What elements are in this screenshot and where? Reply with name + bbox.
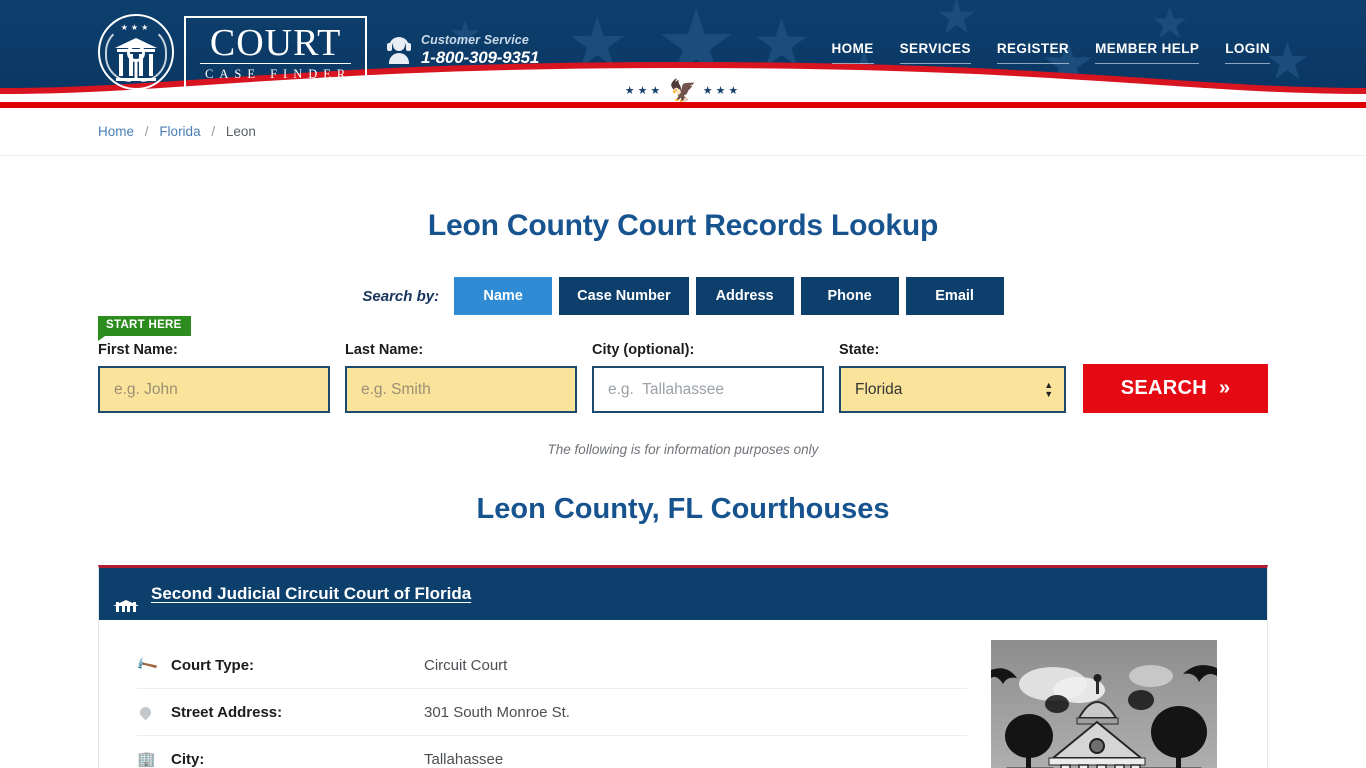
breadcrumb-item-leon: Leon [225, 124, 256, 139]
courthouse-card-header: Second Judicial Circuit Court of Florida [99, 568, 1267, 620]
detail-value: Circuit Court [424, 656, 508, 674]
detail-row-city: 🏢 City: Tallahassee [137, 736, 967, 768]
last-name-label: Last Name: [345, 342, 424, 358]
city-label: City (optional): [592, 342, 695, 358]
city-group: City (optional): [592, 342, 824, 413]
breadcrumb-item-florida[interactable]: Florida [159, 124, 200, 139]
bank-icon [113, 583, 139, 612]
main-content: Leon County Court Records Lookup Search … [98, 209, 1268, 768]
detail-value: 301 South Monroe St. [424, 703, 570, 721]
detail-value: Tallahassee [424, 750, 504, 768]
eagle-icon: 🦅 [669, 78, 697, 102]
state-label: State: [839, 342, 880, 358]
primary-navigation: HOME SERVICES REGISTER MEMBER HELP LOGIN [831, 41, 1270, 64]
nav-item-member-help[interactable]: MEMBER HELP [1095, 41, 1200, 64]
first-name-label: First Name: [98, 342, 178, 358]
page-title: Leon County Court Records Lookup [427, 209, 939, 242]
detail-key: Court Type: [171, 656, 255, 674]
tab-address[interactable]: Address [695, 277, 794, 315]
breadcrumb-separator: / [211, 124, 216, 139]
nav-item-home[interactable]: HOME [831, 41, 874, 64]
search-by-label: Search by: [362, 287, 440, 305]
detail-key: Street Address: [171, 703, 283, 721]
breadcrumb-separator: / [144, 124, 149, 139]
breadcrumb-bar: Home / Florida / Leon [0, 108, 1366, 156]
tab-email[interactable]: Email [905, 277, 1004, 315]
logo-main-text: COURT [200, 24, 352, 64]
tab-phone[interactable]: Phone [800, 277, 899, 315]
nav-item-services[interactable]: SERVICES [899, 41, 971, 64]
customer-service-label: Customer Service [421, 33, 529, 47]
eagle-stars-left: ★★★ [624, 85, 664, 97]
tab-case-number[interactable]: Case Number [559, 277, 689, 315]
courthouse-details: 🔨 Court Type: Circuit Court Street Addre… [134, 634, 967, 768]
customer-service-block: Customer Service 1-800-309-9351 [386, 33, 539, 68]
first-name-input[interactable] [98, 366, 330, 413]
site-header: ★ ★ ★ ★ ★ ★ ★ ★ ★ ★ ★★★ 🦅 ★★★ ★★★ COURT … [0, 0, 1366, 102]
courthouse-card: Second Judicial Circuit Court of Florida… [98, 565, 1268, 768]
gavel-icon: 🔨 [134, 653, 160, 678]
nav-item-register[interactable]: REGISTER [996, 41, 1070, 64]
detail-row-court-type: 🔨 Court Type: Circuit Court [134, 642, 967, 689]
courthouse-photo [991, 640, 1217, 768]
info-note: The following is for information purpose… [547, 442, 819, 457]
map-pin-icon [137, 704, 171, 721]
eagle-emblem: ★★★ 🦅 ★★★ [578, 78, 788, 102]
search-button[interactable]: SEARCH » [1083, 364, 1268, 413]
logo-sub-text: CASE FINDER [205, 66, 352, 81]
city-icon: 🏢 [137, 751, 156, 768]
eagle-stars-right: ★★★ [702, 85, 742, 97]
first-name-group: First Name: [98, 342, 330, 413]
city-input[interactable] [592, 366, 824, 413]
state-group: State: Florida ▲ ▼ [839, 342, 1067, 413]
state-select[interactable]: Florida [839, 366, 1067, 413]
nav-item-login[interactable]: LOGIN [1225, 41, 1270, 64]
customer-service-phone[interactable]: 1-800-309-9351 [421, 48, 539, 68]
headset-support-icon [386, 36, 412, 65]
start-here-badge: START HERE [98, 316, 191, 340]
search-by-tabs: Search by: Name Case Number Address Phon… [98, 277, 1268, 315]
courthouse-card-body: 🔨 Court Type: Circuit Court Street Addre… [99, 620, 1267, 768]
record-search-form: START HERE First Name: Last Name: City (… [98, 316, 1268, 413]
tab-name[interactable]: Name [454, 277, 553, 315]
last-name-input[interactable] [345, 366, 577, 413]
breadcrumb-item-home[interactable]: Home [98, 124, 134, 139]
last-name-group: Last Name: [345, 342, 577, 413]
court-seal-icon: ★★★ [98, 14, 174, 90]
section-title: Leon County, FL Courthouses [476, 493, 890, 525]
search-button-label: SEARCH [1120, 377, 1207, 399]
breadcrumb: Home / Florida / Leon [98, 124, 256, 139]
detail-row-street-address: Street Address: 301 South Monroe St. [137, 689, 967, 736]
double-chevron-right-icon: » [1219, 377, 1231, 399]
site-logo[interactable]: ★★★ COURT CASE FINDER [98, 11, 368, 93]
courthouse-name-link[interactable]: Second Judicial Circuit Court of Florida [151, 584, 471, 604]
detail-key: City: [171, 750, 205, 768]
